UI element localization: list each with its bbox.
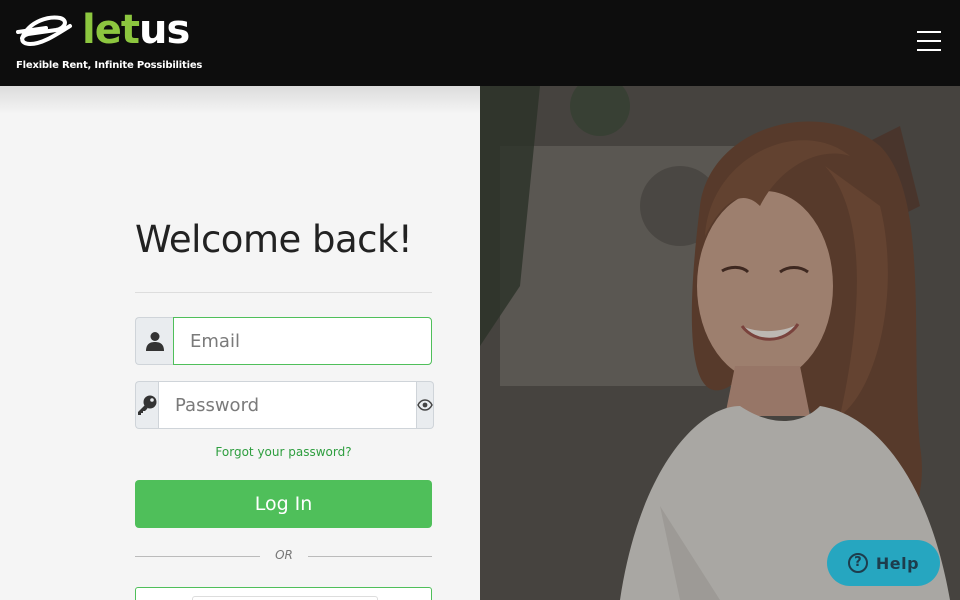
woman-photo-illustration bbox=[480, 86, 960, 600]
password-input[interactable] bbox=[158, 381, 417, 429]
page-title: Welcome back! bbox=[135, 218, 413, 261]
password-field-group bbox=[135, 381, 434, 429]
login-button[interactable]: Log In bbox=[135, 480, 432, 528]
title-divider bbox=[135, 292, 432, 293]
or-label: OR bbox=[275, 548, 293, 562]
logo-tagline: Flexible Rent, Infinite Possibilities bbox=[16, 60, 203, 71]
or-divider-right bbox=[308, 556, 432, 557]
key-icon bbox=[138, 395, 157, 415]
email-input[interactable] bbox=[173, 317, 432, 365]
alternate-login-inner bbox=[192, 596, 378, 600]
top-header: letus Flexible Rent, Infinite Possibilit… bbox=[0, 0, 960, 86]
show-password-button[interactable] bbox=[417, 381, 434, 429]
user-icon bbox=[145, 332, 164, 351]
email-field-group bbox=[135, 317, 432, 365]
letus-logo-mark-icon bbox=[16, 15, 72, 47]
help-label: Help bbox=[875, 553, 920, 573]
alternate-login-button[interactable] bbox=[135, 587, 432, 600]
logo-wordmark: letus bbox=[82, 7, 190, 53]
hero-photo bbox=[480, 86, 960, 600]
forgot-password-link[interactable]: Forgot your password? bbox=[135, 445, 432, 459]
password-addon bbox=[135, 381, 158, 429]
help-button[interactable]: ? Help bbox=[827, 540, 940, 586]
eye-icon bbox=[417, 399, 433, 411]
or-divider-left bbox=[135, 556, 260, 557]
login-panel: Welcome back! Forgot your password? bbox=[0, 86, 480, 600]
question-icon: ? bbox=[847, 553, 868, 573]
hamburger-menu-icon[interactable] bbox=[914, 31, 944, 55]
email-addon bbox=[135, 317, 173, 365]
letus-logo[interactable]: letus Flexible Rent, Infinite Possibilit… bbox=[16, 7, 206, 76]
